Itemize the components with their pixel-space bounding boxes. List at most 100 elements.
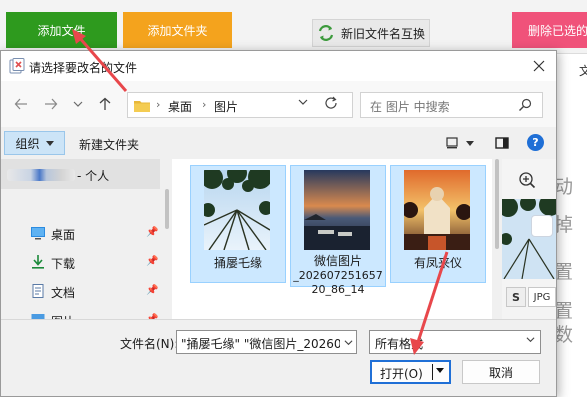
breadcrumb-desktop[interactable]: 桌面 <box>168 98 192 115</box>
preview-pane: S JPG <box>502 159 556 319</box>
file-item-1[interactable]: 捅屡乇缘 <box>190 165 286 283</box>
navigation-pane: - 个人 桌面 📌 下载 📌 文档 📌 图片 📌 <box>1 159 162 319</box>
caret-down-icon <box>45 140 54 146</box>
desktop-icon <box>31 227 45 240</box>
nav-user-label: - 个人 <box>77 169 110 183</box>
app-icon <box>9 58 25 74</box>
file-thumbnail <box>204 170 270 250</box>
back-button[interactable] <box>11 94 31 114</box>
nav-item-documents[interactable]: 文档 📌 <box>1 276 160 306</box>
help-button[interactable]: ? <box>527 134 544 151</box>
chevron-down-icon <box>73 101 83 107</box>
zoom-in-icon[interactable] <box>518 171 536 189</box>
download-icon <box>32 255 44 269</box>
search-box[interactable]: 在 图片 中搜索 <box>360 92 543 118</box>
navigation-bar: › 桌面 › 图片 在 图片 中搜索 <box>1 81 556 127</box>
refresh-button[interactable] <box>324 96 338 114</box>
file-list-scrollbar[interactable] <box>492 159 502 319</box>
file-item-3[interactable]: 有凤来仪 <box>390 165 486 283</box>
nav-item-label: 下载 <box>51 257 76 271</box>
file-name: 有凤来仪 <box>413 256 462 270</box>
filetype-value: 所有格式 <box>375 337 424 351</box>
nav-scrollbar-thumb[interactable] <box>165 189 169 229</box>
recent-dropdown-button[interactable] <box>68 94 88 114</box>
file-name-line-1: 微信图片 <box>313 254 362 268</box>
chevron-down-icon <box>298 99 308 105</box>
filename-field[interactable]: "捅屡乇缘" "微信图片_20260725 <box>176 330 357 354</box>
translate-icon[interactable] <box>531 215 553 237</box>
view-options-button[interactable] <box>445 134 463 152</box>
chevron-down-icon <box>344 339 352 345</box>
forward-button[interactable] <box>41 94 61 114</box>
filename-history-dropdown[interactable] <box>340 331 356 353</box>
preview-pane-icon <box>495 137 509 149</box>
organize-button[interactable]: 组织 <box>4 131 65 155</box>
dialog-titlebar: 请选择要改名的文件 <box>1 51 556 81</box>
preview-image <box>502 199 556 279</box>
filetype-select[interactable]: 所有格式 <box>369 330 541 354</box>
split-divider <box>432 364 433 380</box>
dialog-footer: 文件名(N): "捅屡乇缘" "微信图片_20260725 所有格式 打开(O)… <box>1 319 556 396</box>
nav-item-downloads[interactable]: 下载 📌 <box>1 247 160 277</box>
view-icon <box>446 137 458 149</box>
search-placeholder: 在 图片 中搜索 <box>370 100 450 114</box>
arrow-right-icon <box>45 98 58 110</box>
file-name: 捅屡乇缘 <box>213 256 262 270</box>
add-file-button[interactable]: 添加文件 <box>6 12 117 48</box>
preview-pane-button[interactable] <box>493 134 511 152</box>
caret-down-icon <box>436 368 444 373</box>
view-dropdown-button[interactable] <box>464 134 476 152</box>
file-name-line-2: _202607251657 <box>293 269 383 282</box>
dialog-title: 请选择要改名的文件 <box>29 61 138 75</box>
swap-icon <box>318 25 334 41</box>
filetype-dropdown[interactable] <box>526 335 535 347</box>
chevron-down-icon <box>526 337 535 343</box>
address-bar[interactable]: › 桌面 › 图片 <box>127 92 353 118</box>
document-icon <box>32 284 44 298</box>
nav-item-label: 文档 <box>51 286 76 300</box>
pin-icon: 📌 <box>146 227 159 238</box>
nav-item-user[interactable]: - 个人 <box>1 159 160 189</box>
delete-selected-button[interactable]: 删除已选的 <box>512 12 587 48</box>
s-button[interactable]: S <box>506 287 526 307</box>
filename-label: 文件名(N): <box>120 337 179 351</box>
file-item-2[interactable]: 微信图片 _202607251657 20_86_14 <box>290 165 386 296</box>
arrow-up-icon <box>99 97 111 110</box>
column-header: 文 <box>579 64 587 78</box>
cancel-button[interactable]: 取消 <box>462 360 540 384</box>
blurred-username <box>7 169 75 181</box>
new-folder-button[interactable]: 新建文件夹 <box>79 136 139 153</box>
swap-names-button[interactable]: 新旧文件名互换 <box>312 19 430 47</box>
open-options-dropdown[interactable] <box>436 365 444 376</box>
close-button[interactable] <box>526 53 552 79</box>
breadcrumb-pictures[interactable]: 图片 <box>214 98 238 115</box>
filename-value: "捅屡乇缘" "微信图片_20260725 <box>181 337 357 351</box>
file-thumbnail <box>404 170 470 250</box>
open-button[interactable]: 打开(O) <box>370 360 451 384</box>
file-name-line-3: 20_86_14 <box>311 283 365 296</box>
caret-down-icon <box>466 140 474 146</box>
arrow-left-icon <box>14 98 27 110</box>
nav-item-desktop[interactable]: 桌面 📌 <box>1 218 160 248</box>
up-button[interactable] <box>95 94 115 114</box>
file-list: 捅屡乇缘 微信图片 _202607251657 20_86_14 有凤来仪 <box>172 159 492 319</box>
open-file-dialog: 请选择要改名的文件 › 桌面 › 图片 在 图片 中搜索 组织 新建文件夹 ? … <box>0 50 557 397</box>
breadcrumb-separator: › <box>156 98 161 111</box>
address-dropdown[interactable] <box>298 97 308 110</box>
pin-icon: 📌 <box>146 256 159 267</box>
search-icon <box>519 98 532 111</box>
file-scrollbar-thumb[interactable] <box>495 159 499 249</box>
jpg-format-button[interactable]: JPG <box>528 287 556 307</box>
nav-item-pictures[interactable]: 图片 📌 <box>1 305 160 319</box>
breadcrumb-separator: › <box>202 98 207 111</box>
open-label: 打开(O) <box>380 367 423 381</box>
organize-label: 组织 <box>15 136 40 151</box>
pin-icon: 📌 <box>146 285 159 296</box>
nav-pane-scrollbar[interactable] <box>162 159 172 319</box>
file-thumbnail <box>304 170 370 250</box>
folder-icon <box>134 101 150 112</box>
nav-item-label: 桌面 <box>51 228 76 242</box>
add-folder-button[interactable]: 添加文件夹 <box>123 12 232 48</box>
command-bar: 组织 新建文件夹 ? <box>1 127 556 159</box>
swap-names-label: 新旧文件名互换 <box>340 26 425 41</box>
